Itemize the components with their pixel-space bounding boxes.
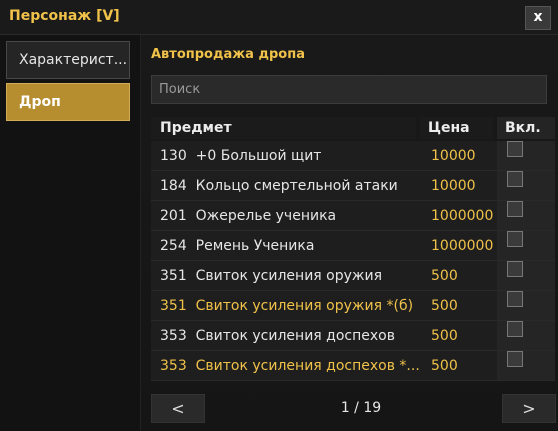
table-row: 184 Кольцо смертельной атаки 10000	[151, 171, 555, 201]
item-price: 500	[420, 321, 497, 351]
item-name: Свиток усиления оружия	[195, 268, 383, 284]
sidebar: Характерист... Дроп	[0, 35, 141, 431]
enabled-cell	[497, 171, 555, 201]
item-price: 1000000	[420, 231, 497, 261]
item-id: 353	[160, 328, 187, 344]
table-row: 254 Ремень Ученика 1000000	[151, 231, 555, 261]
item-name: Ожерелье ученика	[195, 208, 337, 224]
enabled-checkbox[interactable]	[507, 291, 523, 307]
column-header-enabled: Вкл.	[497, 117, 555, 139]
sidebar-item-drop[interactable]: Дроп	[6, 83, 130, 121]
page-indicator: 1 / 19	[340, 400, 382, 416]
item-cell: 351 Свиток усиления оружия *(б)	[151, 291, 420, 321]
item-price: 500	[420, 291, 497, 321]
enabled-cell	[497, 321, 555, 351]
item-cell: 353 Свиток усиления доспехов *...	[151, 351, 420, 381]
title-bar: Персонаж [V] x	[0, 0, 558, 35]
section-title: Автопродажа дропа	[151, 47, 305, 62]
enabled-cell	[497, 141, 555, 171]
sidebar-item-characteristics[interactable]: Характерист...	[6, 41, 130, 79]
table-row: 351 Свиток усиления оружия 500	[151, 261, 555, 291]
item-price: 500	[420, 351, 497, 381]
next-page-button[interactable]: >	[502, 394, 556, 423]
drop-autosell-panel: Автопродажа дропа Предмет Цена Вкл. 130 …	[141, 35, 558, 431]
item-name: Ремень Ученика	[195, 238, 315, 254]
window-title: Персонаж [V]	[9, 8, 120, 24]
enabled-checkbox[interactable]	[507, 141, 523, 157]
item-cell: 201 Ожерелье ученика	[151, 201, 420, 231]
enabled-checkbox[interactable]	[507, 351, 523, 367]
enabled-cell	[497, 231, 555, 261]
item-name: Свиток усиления доспехов	[195, 328, 395, 344]
item-cell: 351 Свиток усиления оружия	[151, 261, 420, 291]
enabled-cell	[497, 261, 555, 291]
enabled-cell	[497, 201, 555, 231]
item-cell: 184 Кольцо смертельной атаки	[151, 171, 420, 201]
search-input[interactable]	[151, 75, 547, 104]
item-price: 500	[420, 261, 497, 291]
item-name: Свиток усиления оружия *(б)	[195, 298, 414, 314]
enabled-checkbox[interactable]	[507, 231, 523, 247]
item-name: Кольцо смертельной атаки	[195, 178, 398, 194]
item-id: 351	[160, 268, 187, 284]
item-id: 184	[160, 178, 187, 194]
character-window: Персонаж [V] x Характерист... Дроп Автоп…	[0, 0, 558, 431]
item-id: 351	[160, 298, 187, 314]
table-row: 130 +0 Большой щит 10000	[151, 141, 555, 171]
item-id: 130	[160, 148, 187, 164]
item-id: 254	[160, 238, 187, 254]
item-id: 353	[160, 358, 187, 374]
enabled-cell	[497, 351, 555, 381]
item-price: 10000	[420, 141, 497, 171]
item-price: 1000000	[420, 201, 497, 231]
item-cell: 353 Свиток усиления доспехов	[151, 321, 420, 351]
table-row: 201 Ожерелье ученика 1000000	[151, 201, 555, 231]
enabled-checkbox[interactable]	[507, 201, 523, 217]
column-header-price: Цена	[420, 117, 493, 139]
enabled-cell	[497, 291, 555, 321]
item-id: 201	[160, 208, 187, 224]
enabled-checkbox[interactable]	[507, 261, 523, 277]
item-name: Свиток усиления доспехов *...	[195, 358, 420, 374]
item-cell: 254 Ремень Ученика	[151, 231, 420, 261]
enabled-checkbox[interactable]	[507, 321, 523, 337]
column-header-item: Предмет	[151, 117, 416, 139]
item-cell: 130 +0 Большой щит	[151, 141, 420, 171]
table-row: 353 Свиток усиления доспехов *... 500	[151, 351, 555, 381]
enabled-checkbox[interactable]	[507, 171, 523, 187]
table-row: 353 Свиток усиления доспехов 500	[151, 321, 555, 351]
item-name: +0 Большой щит	[195, 148, 322, 164]
close-button[interactable]: x	[525, 6, 551, 30]
prev-page-button[interactable]: <	[151, 394, 205, 423]
table-row: 351 Свиток усиления оружия *(б) 500	[151, 291, 555, 321]
item-price: 10000	[420, 171, 497, 201]
